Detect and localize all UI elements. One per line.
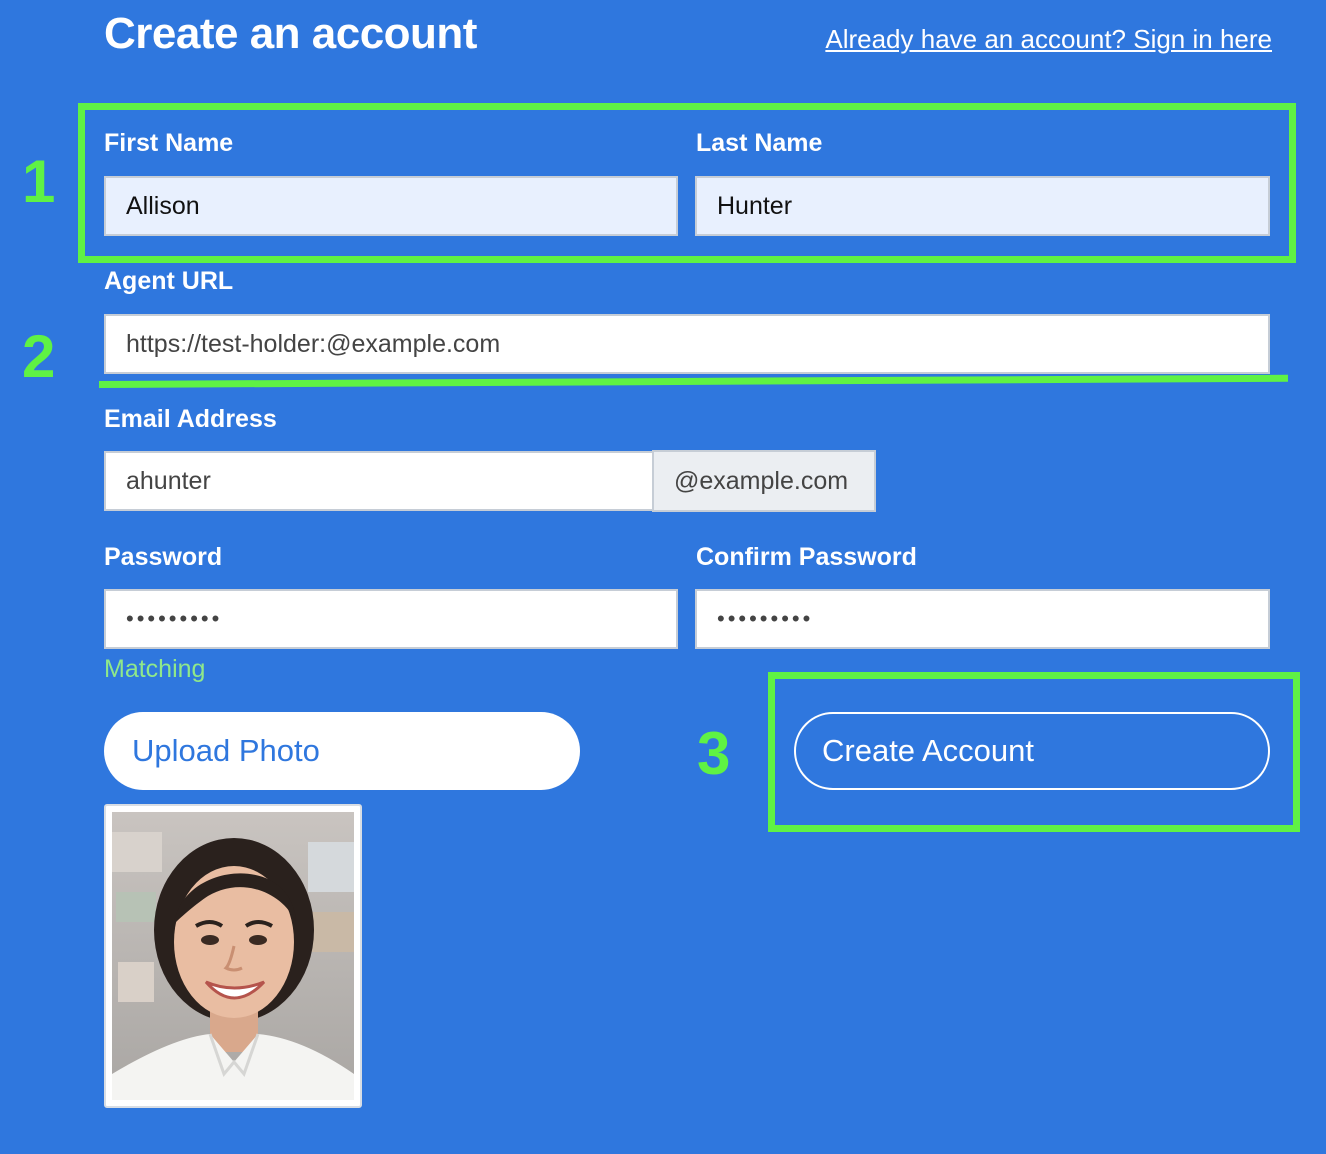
password-match-status: Matching xyxy=(104,655,206,683)
email-input[interactable] xyxy=(104,451,654,511)
annotation-box-3 xyxy=(768,672,1300,832)
agent-url-input[interactable] xyxy=(104,314,1270,374)
annotation-box-1 xyxy=(78,103,1296,263)
password-input[interactable] xyxy=(104,589,678,649)
sign-in-link[interactable]: Already have an account? Sign in here xyxy=(816,22,1272,56)
confirm-password-label: Confirm Password xyxy=(696,543,917,571)
agent-url-label: Agent URL xyxy=(104,267,234,295)
page-title: Create an account xyxy=(104,9,477,58)
annotation-underline-2 xyxy=(98,374,1289,388)
profile-photo xyxy=(112,812,354,1100)
password-label: Password xyxy=(104,543,223,571)
annotation-label-3: 3 xyxy=(697,720,731,787)
confirm-password-input[interactable] xyxy=(695,589,1270,649)
email-label: Email Address xyxy=(104,405,277,433)
annotation-label-1: 1 xyxy=(22,148,56,215)
email-domain-addon: @example.com xyxy=(652,450,876,512)
upload-photo-button[interactable]: Upload Photo xyxy=(104,712,580,790)
profile-photo-preview xyxy=(104,804,362,1108)
annotation-label-2: 2 xyxy=(22,323,56,390)
